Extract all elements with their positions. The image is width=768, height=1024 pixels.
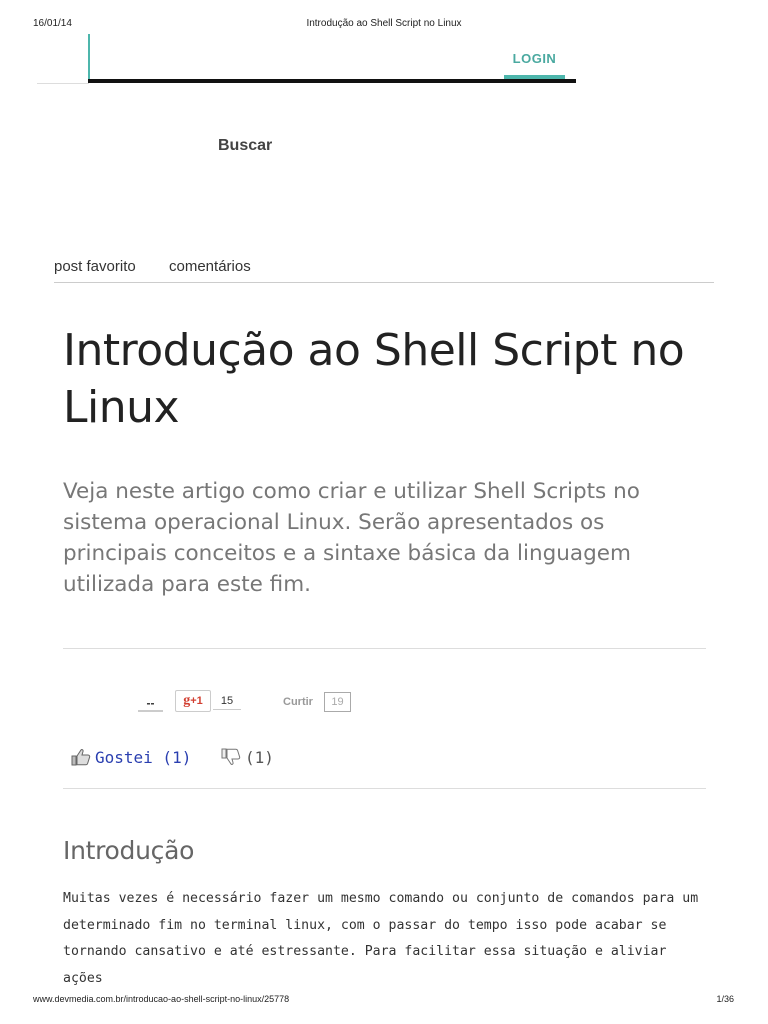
favorite-post-link[interactable]: post favorito	[54, 258, 136, 275]
actions-divider	[54, 282, 714, 283]
dislike-button[interactable]: (1)	[221, 747, 274, 767]
gplus-button[interactable]: g+1	[175, 690, 211, 712]
login-underline	[504, 75, 565, 79]
dislike-label: (1)	[245, 747, 274, 767]
print-page-number: 1/36	[716, 994, 734, 1004]
nav-bar	[88, 79, 576, 83]
facebook-like-count: 19	[324, 692, 351, 712]
thumbs-down-icon	[221, 748, 241, 765]
article-title: Introdução ao Shell Script no Linux	[63, 325, 685, 433]
facebook-like-button[interactable]: Curtir	[283, 696, 313, 708]
thumbs-up-icon	[71, 749, 91, 766]
section-heading: Introdução	[63, 836, 195, 865]
comments-link[interactable]: comentários	[169, 258, 251, 275]
nav-divider	[37, 83, 89, 84]
like-button[interactable]: Gostei (1)	[71, 747, 191, 767]
gplus-count: 15	[213, 693, 241, 710]
like-label: Gostei (1)	[95, 747, 192, 767]
rating-divider	[63, 788, 706, 789]
nav-accent-line	[88, 34, 90, 83]
print-title: Introdução ao Shell Script no Linux	[306, 18, 462, 29]
article-body: Muitas vezes é necessário fazer um mesmo…	[63, 891, 699, 986]
print-url: www.devmedia.com.br/introducao-ao-shell-…	[33, 994, 290, 1004]
share-count[interactable]: --	[138, 691, 163, 712]
search-link[interactable]: Buscar	[218, 137, 272, 155]
gplus-label: +1	[190, 695, 203, 707]
header-divider	[63, 648, 706, 649]
article-subtitle: Veja neste artigo como criar e utilizar …	[63, 479, 640, 597]
